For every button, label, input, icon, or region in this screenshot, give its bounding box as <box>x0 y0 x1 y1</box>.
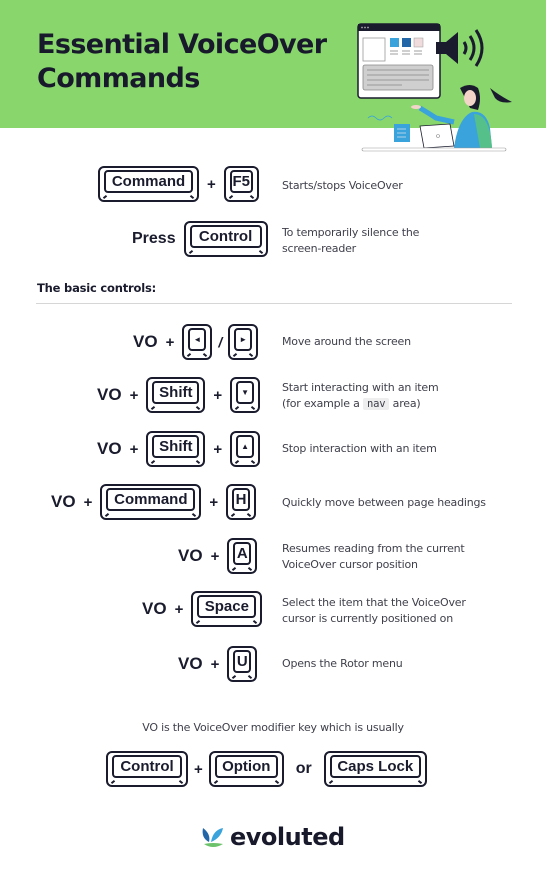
key-h: H <box>226 484 257 520</box>
speaker-icon <box>436 29 484 67</box>
vo-label: VO <box>142 599 167 618</box>
key-down-arrow: ▼ <box>230 377 261 413</box>
vo-label: VO <box>178 654 203 673</box>
command-description: To temporarily silence the screen-reader <box>282 225 419 257</box>
plus-sign: + <box>194 760 203 778</box>
description-line: cursor is currently positioned on <box>282 612 453 625</box>
left-arrow-icon: ◄ <box>188 328 207 351</box>
title-line-2: Commands <box>37 63 200 94</box>
vo-label: VO <box>178 546 203 565</box>
right-arrow-icon: ► <box>234 328 253 351</box>
plus-sign: + <box>129 386 139 404</box>
command-description: Move around the screen <box>282 335 411 348</box>
description-text: (for example a <box>282 397 360 410</box>
key-caps-lock: Caps Lock <box>323 751 427 787</box>
plus-sign: + <box>210 655 220 673</box>
key-right-arrow: ► <box>228 324 259 360</box>
command-description: Resumes reading from the current VoiceOv… <box>282 541 465 573</box>
description-line: Resumes reading from the current <box>282 542 465 555</box>
plus-sign: + <box>83 493 93 511</box>
key-label: Command <box>106 488 196 511</box>
key-f5: F5 <box>223 166 259 202</box>
command-description: Quickly move between page headings <box>282 496 486 509</box>
command-row-stop-interacting: VO + Shift + ▲ <box>97 431 261 467</box>
description-line: (for example a nav area) <box>282 396 439 412</box>
command-description: Starts/stops VoiceOver <box>282 179 403 192</box>
browser-window-icon <box>357 23 441 99</box>
key-command: Command <box>98 166 199 202</box>
plus-sign: + <box>210 547 220 565</box>
key-label: Space <box>197 595 257 618</box>
key-shift: Shift <box>146 431 206 467</box>
key-control: Control <box>183 221 268 257</box>
description-line: screen-reader <box>282 242 356 255</box>
key-option: Option <box>208 751 284 787</box>
modifier-keys-row: Control + Option or Caps Lock <box>106 751 427 787</box>
or-label: or <box>295 760 312 777</box>
key-space: Space <box>191 591 263 627</box>
description-text: area) <box>392 397 421 410</box>
description-line: To temporarily silence the <box>282 226 420 239</box>
key-label: A <box>233 542 252 565</box>
key-u: U <box>227 646 258 682</box>
key-label: Shift <box>152 381 200 404</box>
description-line: Start interacting with an item <box>282 381 439 394</box>
press-label: Press <box>132 230 176 247</box>
key-up-arrow: ▲ <box>230 431 261 467</box>
key-label: U <box>233 650 252 673</box>
plus-sign: + <box>165 333 175 351</box>
command-row-toggle-voiceover: Command + F5 <box>98 166 259 202</box>
key-label: Control <box>189 225 262 248</box>
command-row-move: VO + ◄ / ► <box>133 324 259 360</box>
title-line-1: Essential VoiceOver <box>37 29 327 60</box>
brand-name: evoluted <box>230 823 345 851</box>
command-description: Stop interaction with an item <box>282 442 437 455</box>
command-row-select-item: VO + Space <box>142 591 263 627</box>
description-line: VoiceOver cursor position <box>282 558 418 571</box>
description-line: Select the item that the VoiceOver <box>282 596 466 609</box>
evoluted-logo: evoluted <box>201 823 345 851</box>
vo-label: VO <box>97 385 122 404</box>
key-label: Caps Lock <box>329 755 421 778</box>
key-label: Option <box>214 755 278 778</box>
slash-separator: / <box>218 334 223 350</box>
evoluted-leaf-icon <box>202 828 223 847</box>
command-description: Start interacting with an item (for exam… <box>282 380 439 412</box>
page-title: Essential VoiceOver Commands <box>37 28 327 96</box>
down-arrow-icon: ▼ <box>236 381 255 404</box>
modifier-note: VO is the VoiceOver modifier key which i… <box>142 721 404 734</box>
plus-sign: + <box>213 440 223 458</box>
key-shift: Shift <box>146 377 206 413</box>
vo-label: VO <box>133 332 158 351</box>
command-row-resume-reading: VO + A <box>178 538 258 574</box>
plus-sign: + <box>207 175 216 193</box>
plus-sign: + <box>209 493 219 511</box>
command-description: Select the item that the VoiceOver curso… <box>282 595 466 627</box>
key-label: Shift <box>152 435 200 458</box>
key-label: F5 <box>229 170 253 193</box>
plus-sign: + <box>129 440 139 458</box>
command-description: Opens the Rotor menu <box>282 657 403 670</box>
key-label: H <box>232 488 251 511</box>
command-row-silence: Press Control <box>132 221 268 257</box>
key-left-arrow: ◄ <box>182 324 213 360</box>
plus-sign: + <box>213 386 223 404</box>
key-command: Command <box>100 484 202 520</box>
section-heading: The basic controls: <box>37 281 156 295</box>
vo-label: VO <box>97 439 122 458</box>
command-row-start-interacting: VO + Shift + ▼ <box>97 377 261 413</box>
key-a: A <box>227 538 258 574</box>
inline-code: nav <box>363 398 390 410</box>
up-arrow-icon: ▲ <box>236 435 255 458</box>
divider <box>36 303 512 304</box>
key-control: Control <box>106 751 188 787</box>
command-row-rotor: VO + U <box>178 646 258 682</box>
plus-sign: + <box>174 600 184 618</box>
vo-label: VO <box>51 492 76 511</box>
key-label: Control <box>112 755 182 778</box>
command-row-headings: VO + Command + H <box>51 484 257 520</box>
key-label: Command <box>104 170 193 193</box>
screen-reader-illustration <box>357 23 512 152</box>
